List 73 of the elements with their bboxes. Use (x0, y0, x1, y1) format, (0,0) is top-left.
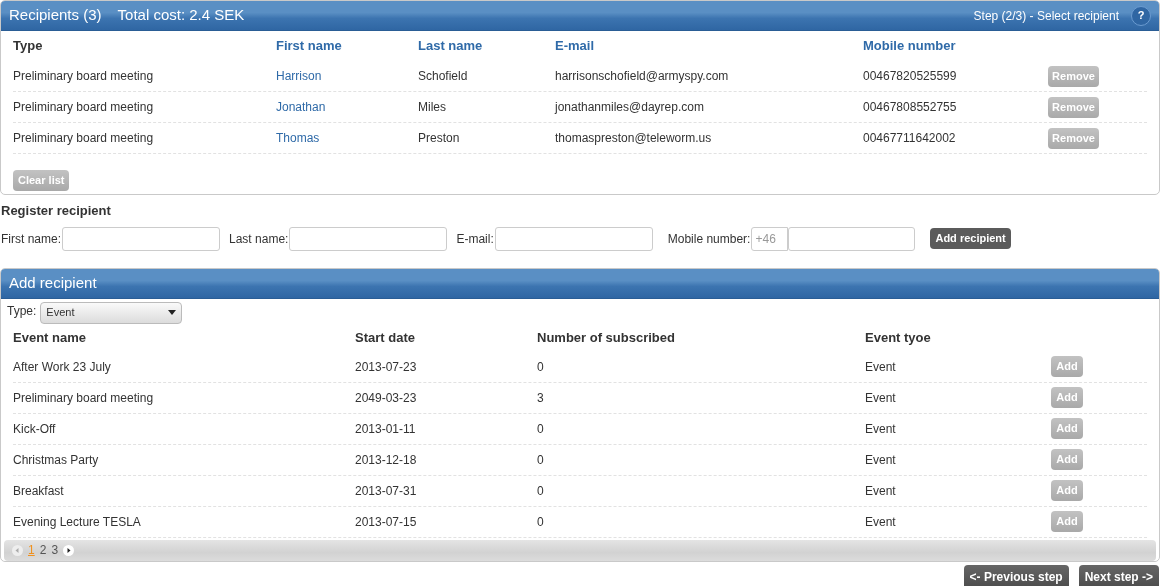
table-cell-text: thomaspreston@teleworm.us (555, 130, 713, 147)
table-cell-text: Event (865, 513, 897, 531)
column-header[interactable]: First name (276, 36, 418, 56)
table-cell-text: Schofield (418, 68, 469, 85)
column-header: Event name (13, 328, 87, 347)
next-page-icon[interactable] (63, 544, 75, 556)
table-cell-text: Preliminary board meeting (13, 68, 155, 85)
table-cell-text: Event (865, 389, 897, 407)
table-cell-text: 0 (537, 513, 545, 531)
table-cell-text: 2013-07-31 (355, 482, 418, 500)
panel-title: Add recipient (9, 272, 97, 293)
help-button[interactable]: ? (1131, 5, 1151, 26)
table-cell-text: Evening Lecture TESLA (13, 513, 142, 531)
table-cell-text: 3 (537, 389, 545, 407)
column-header[interactable]: Mobile number (863, 36, 1048, 56)
field-label: Type: (7, 302, 37, 320)
table-cell-text: 00467820525599 (863, 68, 958, 85)
field-label: E-mail: (456, 230, 494, 248)
table-cell-text: Preliminary board meeting (13, 389, 155, 407)
table-cell-text: Preston (418, 130, 461, 147)
table-cell-text: 00467808552755 (863, 99, 958, 116)
country-code-prefix: +46 (751, 226, 789, 251)
table-cell-text: Event (865, 358, 897, 376)
table-cell-text: 2013-07-23 (355, 358, 418, 376)
table-cell-text: 0 (537, 358, 545, 376)
previous-step-button[interactable]: <- Previous step (963, 564, 1069, 586)
table-cell-text: 2013-07-15 (355, 513, 418, 531)
type-dropdown[interactable]: Event (40, 301, 183, 324)
text-field[interactable] (62, 226, 220, 251)
table-cell-text: 0 (537, 482, 545, 500)
caret-icon (168, 310, 177, 315)
field-label: First name: (1, 230, 61, 248)
column-header: Start date (355, 328, 416, 347)
table-cell-text: Miles (418, 99, 447, 116)
name-link[interactable]: Thomas (276, 129, 418, 147)
table-cell-text: Preliminary board meeting (13, 99, 155, 116)
next-step-button[interactable]: Next step -> (1078, 564, 1159, 586)
total-cost: Total cost: 2.4 SEK (117, 5, 245, 26)
page-link[interactable]: 2 (39, 541, 47, 559)
column-header[interactable]: Last name (418, 36, 555, 56)
name-link[interactable]: Harrison (276, 67, 418, 85)
table-cell-text: 2049-03-23 (355, 389, 418, 407)
table-cell-text: 0 (537, 451, 545, 469)
table-cell-text: After Work 23 July (13, 358, 112, 376)
text-field[interactable] (289, 226, 448, 251)
name-link[interactable]: Jonathan (276, 98, 418, 116)
panel-title: Recipients (3) (9, 5, 102, 26)
table-cell-text: jonathanmiles@dayrep.com (555, 99, 705, 116)
column-header[interactable]: E-mail (555, 36, 863, 56)
section-title: Register recipient (1, 202, 112, 220)
field-label: Last name: (229, 230, 289, 248)
table-cell-text: Event (865, 451, 897, 469)
column-header: Type (13, 37, 44, 56)
column-header: Event tyoe (865, 328, 932, 347)
table-cell-text: Preliminary board meeting (13, 130, 155, 147)
add-recipient-button[interactable]: Add recipient (930, 228, 1011, 249)
page-link[interactable]: 3 (51, 541, 59, 559)
text-field[interactable] (788, 226, 916, 251)
table-cell-text: Event (865, 482, 897, 500)
column-header: Number of subscribed (537, 328, 676, 347)
table-cell-text: 2013-01-11 (355, 420, 417, 438)
table-cell-text: 00467711642002 (863, 130, 957, 147)
step-label: Step (2/3) - Select recipient (973, 7, 1119, 25)
field-label: Mobile number: (667, 230, 751, 248)
table-cell-text: Breakfast (13, 482, 65, 500)
table-cell-text: 0 (537, 420, 545, 438)
table-cell-text: harrisonschofield@armyspy.com (555, 68, 730, 85)
table-cell-text: Christmas Party (13, 451, 100, 469)
table-cell-text: Kick-Off (13, 420, 57, 438)
table-cell-text: Event (865, 420, 897, 438)
table-cell-text: 2013-12-18 (355, 451, 418, 469)
text-field[interactable] (494, 226, 653, 251)
previous-page-icon[interactable] (12, 544, 23, 556)
